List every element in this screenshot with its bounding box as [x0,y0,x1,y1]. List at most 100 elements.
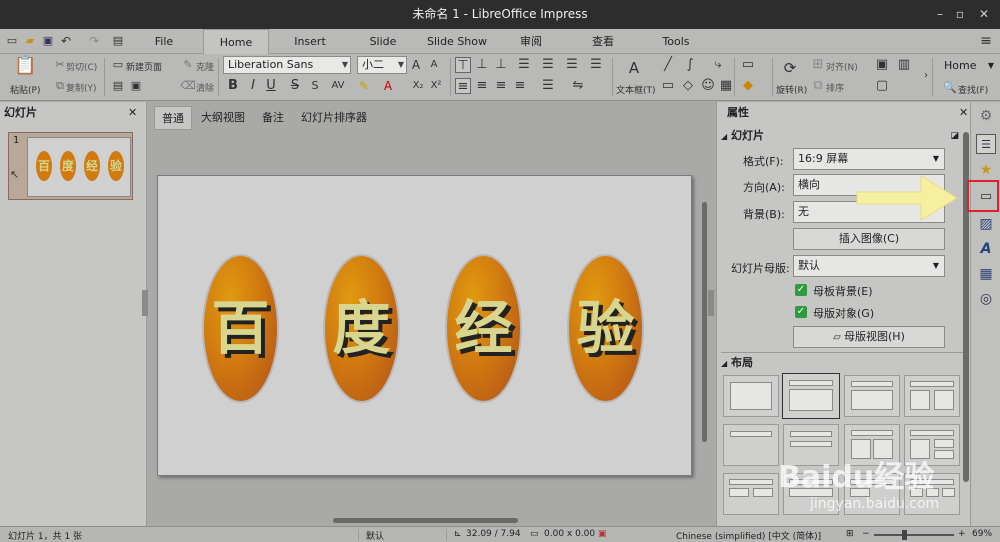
sidebar-collapse-handle[interactable] [708,290,714,316]
line-style-icon[interactable]: ▭ [740,57,756,73]
shadow-icon[interactable]: S [307,78,323,94]
zoom-slider[interactable] [874,534,954,536]
language[interactable]: Chinese (simplified) [中文 (简体)] [676,529,821,542]
more-options-icon[interactable]: ◪ [950,126,959,146]
print-preview-icon[interactable]: ▤ [110,33,126,49]
arrange-icon[interactable]: ⧉ [810,78,826,94]
master-view-button[interactable]: ▱ 母版视图(H) [793,326,945,348]
oval-shape[interactable]: 度 [323,254,400,403]
styles-icon[interactable]: ★ [976,160,996,180]
textbox-button[interactable]: 文本框(T) [616,83,656,96]
duplicate-slide-icon[interactable]: ▣ [128,78,144,94]
tab-view[interactable]: 查看 [580,29,626,54]
italic-button[interactable]: I [245,78,261,94]
restore-button[interactable]: ▫ [948,0,972,29]
settings-icon[interactable]: ⚙ [976,106,996,126]
navigator-icon[interactable]: ◎ [976,289,996,309]
find-button[interactable]: 查找(F) [958,83,988,96]
master-slide-select[interactable]: 默认 ▼ [793,255,945,277]
font-name-combo[interactable]: Liberation Sans ▼ [223,56,351,74]
curve-icon[interactable]: ∫ [682,57,698,73]
copy-button[interactable]: 复制(Y) [66,81,97,94]
align-left-icon[interactable]: ≡ [455,78,471,94]
tab-slide-show[interactable]: Slide Show [424,29,490,54]
style-combo[interactable]: Home ▼ [940,56,996,76]
clear-button[interactable]: 清除 [196,81,214,94]
zoom-percent[interactable]: 69% [972,529,992,539]
cut-button[interactable]: 剪切(C) [66,60,97,73]
font-size-combo[interactable]: 小二 ▼ [357,56,407,74]
vertical-scrollbar[interactable] [702,202,707,442]
tab-notes-view[interactable]: 备注 [258,106,288,130]
char-spacing-icon[interactable]: AV [330,78,346,94]
tab-normal-view[interactable]: 普通 [154,106,192,130]
horizontal-scrollbar[interactable] [333,518,518,523]
clear-icon[interactable]: ⌫ [180,78,196,94]
new-slide-button[interactable]: 新建页面 [126,60,162,73]
ungroup-icon[interactable]: ▢ [874,78,890,94]
insert-image-button[interactable]: 插入图像(C) [793,228,945,250]
paste-icon[interactable]: 📋 [14,57,36,75]
text-direction-icon[interactable]: ⇋ [570,78,586,94]
grow-font-icon[interactable]: A [408,57,424,73]
align-objects-icon[interactable]: ⊞ [810,57,826,73]
hamburger-icon[interactable]: ≡ [978,33,994,49]
close-icon[interactable]: ✕ [959,106,968,119]
bullets-icon[interactable]: ☰ [516,57,532,73]
slide-layout-icon[interactable]: ▤ [110,78,126,94]
find-icon[interactable]: 🔍 [942,80,958,96]
diamond-icon[interactable]: ◇ [680,78,696,94]
gallery-icon[interactable]: ▨ [976,214,996,234]
rotate-icon[interactable]: ⟳ [782,60,798,76]
close-icon[interactable]: ✕ [128,106,137,119]
master-objects-checkbox[interactable]: ✓ [795,306,807,318]
layout-two-content[interactable] [904,375,960,417]
line-spacing-icon[interactable]: ☰ [588,57,604,73]
justify-icon[interactable]: ≡ [512,78,528,94]
zoom-in-icon[interactable]: + [958,529,966,539]
connector-icon[interactable]: ⤷ [710,57,726,73]
new-doc-icon[interactable]: ▭ [4,33,20,49]
rectangle-icon[interactable]: ▭ [660,78,676,94]
layout-title-only[interactable] [723,424,779,466]
image-icon[interactable]: ▦ [976,264,996,284]
numbering-icon[interactable]: ☰ [540,57,556,73]
align-bottom-icon[interactable]: ⊥ [493,57,509,73]
master-background-checkbox[interactable]: ✓ [795,284,807,296]
align-center-v-icon[interactable]: ⊥ [474,57,490,73]
shapes-icon[interactable]: ▦ [718,78,734,94]
tab-tools[interactable]: Tools [652,29,700,54]
align-objects-button[interactable]: 对齐(N) [826,60,858,73]
align-center-icon[interactable]: ≡ [474,78,490,94]
format-select[interactable]: 16:9 屏幕 ▼ [793,148,945,170]
new-slide-icon[interactable]: ▭ [110,57,126,73]
zoom-slider-thumb[interactable] [902,530,907,540]
section-layout-header[interactable]: ◢ 布局 [721,352,965,372]
textbox-icon[interactable]: A [626,60,642,76]
align-right-icon[interactable]: ≡ [493,78,509,94]
fit-slide-icon[interactable]: ⊞ [846,529,854,539]
layout-title-content-2[interactable] [844,375,900,417]
redo-icon[interactable]: ↷ [86,33,102,49]
layout-4-content[interactable] [723,473,779,515]
clone-button[interactable]: 克隆 [196,60,214,73]
subscript-button[interactable]: X₂ [410,78,426,94]
save-icon[interactable]: ▣ [40,33,56,49]
fontwork-icon[interactable]: A [976,239,996,259]
chart-icon[interactable]: ▥ [896,57,912,73]
section-slide-header[interactable]: ◢ 幻灯片 ◪ [721,126,965,146]
layout-title-content[interactable] [782,373,840,419]
tab-slide-sorter[interactable]: 幻灯片排序器 [298,106,370,130]
highlight-icon[interactable]: ✎ [356,78,372,94]
fill-color-icon[interactable]: ◆ [740,78,756,94]
rotate-button[interactable]: 旋转(R) [776,83,807,96]
oval-shape[interactable]: 经 [445,254,522,403]
font-color-icon[interactable]: A [380,78,396,94]
group-icon[interactable]: ▣ [874,57,890,73]
oval-shape[interactable]: 百 [202,254,279,403]
zoom-out-icon[interactable]: − [862,529,870,539]
tab-slide[interactable]: Slide [360,29,406,54]
tab-review[interactable]: 审阅 [508,29,554,54]
open-icon[interactable]: ▰ [22,33,38,49]
tab-insert[interactable]: Insert [284,29,336,54]
